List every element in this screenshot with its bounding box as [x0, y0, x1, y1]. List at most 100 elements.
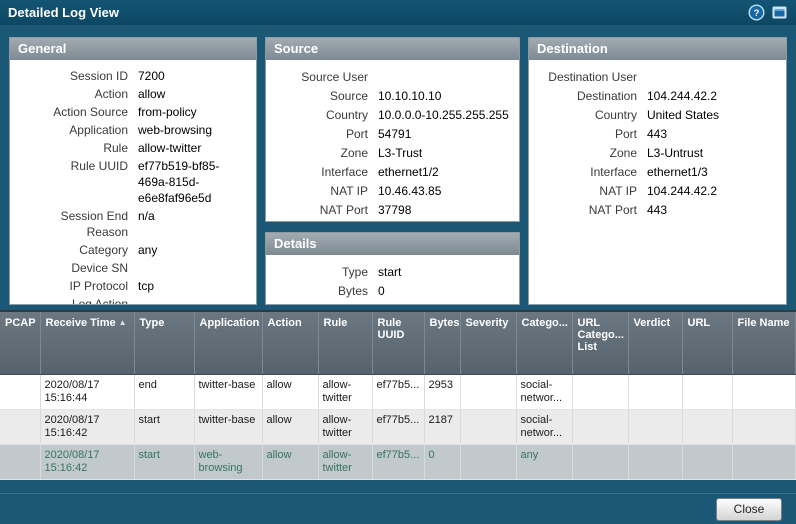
cell-category: social-networ... [516, 374, 572, 409]
field-value: L3-Untrust [647, 145, 703, 161]
column-header[interactable]: Bytes [424, 312, 460, 374]
cell-rule_uuid: ef77b5... [372, 444, 424, 479]
panel-destination: Destination Destination User Destination… [528, 37, 787, 305]
field-value: ethernet1/3 [647, 164, 708, 180]
field-row: NAT Port 443 [535, 200, 780, 219]
field-row: Rule allow-twitter [16, 139, 250, 157]
field-label: Session ID [16, 68, 138, 84]
log-table-row[interactable]: 2020/08/17 15:16:42startweb-browsingallo… [0, 444, 796, 479]
column-header[interactable]: Rule [318, 312, 372, 374]
cell-application: twitter-base [194, 409, 262, 444]
field-label: Category [16, 242, 138, 258]
field-value: any [138, 242, 157, 258]
field-value: 54791 [378, 126, 411, 142]
cell-verdict [628, 409, 682, 444]
cell-url [682, 409, 732, 444]
panel-source-body: Source User Source 10.10.10.10 Country 1… [266, 60, 519, 222]
column-header-label: URL [688, 317, 711, 329]
field-row: Log Action [16, 295, 250, 305]
field-row: Session End Reason n/a [16, 207, 250, 241]
field-value: 443 [647, 126, 667, 142]
column-header[interactable]: Action [262, 312, 318, 374]
field-label: NAT IP [535, 183, 647, 199]
field-row: Zone L3-Trust [272, 143, 513, 162]
field-value: 10.10.10.10 [378, 88, 441, 104]
close-button[interactable]: Close [716, 498, 782, 521]
cell-url [682, 374, 732, 409]
field-label: Destination [535, 88, 647, 104]
cell-verdict [628, 374, 682, 409]
field-row: Bytes 0 [272, 281, 513, 300]
panel-details: Details Type start Bytes 0 [265, 232, 520, 305]
field-value: 37798 [378, 202, 411, 218]
cell-bytes: 2187 [424, 409, 460, 444]
field-label: Log Action [16, 296, 138, 305]
help-icon[interactable]: ? [748, 4, 765, 21]
field-label: Interface [272, 164, 378, 180]
field-label: Application [16, 122, 138, 138]
cell-file_name [732, 444, 796, 479]
field-label: Action [16, 86, 138, 102]
cell-severity [460, 374, 516, 409]
sort-ascending-icon: ▲ [119, 318, 127, 327]
field-label: Source [272, 88, 378, 104]
log-table-row[interactable]: 2020/08/17 15:16:44endtwitter-baseallowa… [0, 374, 796, 409]
field-row: Destination User [535, 67, 780, 86]
field-value: from-policy [138, 104, 197, 120]
column-header-label: URL Catego... List [578, 317, 624, 353]
panel-details-header: Details [266, 233, 519, 255]
cell-action: allow [262, 374, 318, 409]
field-row: Zone L3-Untrust [535, 143, 780, 162]
cell-severity [460, 444, 516, 479]
field-value: 10.46.43.85 [378, 183, 441, 199]
cell-severity [460, 409, 516, 444]
field-value: 104.244.42.2 [647, 183, 717, 199]
field-label: Country [272, 107, 378, 123]
field-row: Category any [16, 241, 250, 259]
panel-details-body: Type start Bytes 0 [266, 255, 519, 304]
field-label: Destination User [535, 69, 647, 85]
field-row: Source 10.10.10.10 [272, 86, 513, 105]
field-label: Port [272, 126, 378, 142]
field-row: Interface ethernet1/3 [535, 162, 780, 181]
field-row: Type start [272, 262, 513, 281]
field-row: NAT Port 37798 [272, 200, 513, 219]
column-header[interactable]: Severity [460, 312, 516, 374]
column-header[interactable]: Application [194, 312, 262, 374]
column-header[interactable]: URL [682, 312, 732, 374]
field-row: Application web-browsing [16, 121, 250, 139]
field-row: Country United States [535, 105, 780, 124]
log-table-header-row: PCAP Receive Time▲ Type Application Acti… [0, 312, 796, 374]
cell-category: any [516, 444, 572, 479]
cell-type: end [134, 374, 194, 409]
field-row: Device SN [16, 259, 250, 277]
column-header-label: Verdict [634, 317, 671, 329]
column-header-label: Rule UUID [378, 317, 405, 341]
cell-rule: allow-twitter [318, 374, 372, 409]
field-value: L3-Trust [378, 145, 422, 161]
field-row: Rule UUID ef77b519-bf85-469a-815d-e6e8fa… [16, 157, 250, 207]
field-value: ef77b519-bf85-469a-815d-e6e8faf96e5d [138, 158, 250, 206]
field-value: ethernet1/2 [378, 164, 439, 180]
column-header[interactable]: Catego... [516, 312, 572, 374]
log-table-body: 2020/08/17 15:16:44endtwitter-baseallowa… [0, 374, 796, 479]
column-header[interactable]: Verdict [628, 312, 682, 374]
field-label: Type [272, 264, 378, 280]
log-table-row[interactable]: 2020/08/17 15:16:42starttwitter-baseallo… [0, 409, 796, 444]
column-header[interactable]: Rule UUID [372, 312, 424, 374]
column-header[interactable]: File Name [732, 312, 796, 374]
cell-application: twitter-base [194, 374, 262, 409]
field-label: NAT Port [272, 202, 378, 218]
cell-receive_time: 2020/08/17 15:16:42 [40, 444, 134, 479]
column-header[interactable]: URL Catego... List [572, 312, 628, 374]
field-label: Session End Reason [16, 208, 138, 240]
cell-receive_time: 2020/08/17 15:16:44 [40, 374, 134, 409]
cell-receive_time: 2020/08/17 15:16:42 [40, 409, 134, 444]
field-row: Country 10.0.0.0-10.255.255.255 [272, 105, 513, 124]
window-restore-icon[interactable] [771, 4, 788, 21]
column-header[interactable]: Receive Time▲ [40, 312, 134, 374]
column-header[interactable]: PCAP [0, 312, 40, 374]
column-header-label: PCAP [5, 317, 36, 329]
log-table-head: PCAP Receive Time▲ Type Application Acti… [0, 312, 796, 374]
column-header[interactable]: Type [134, 312, 194, 374]
